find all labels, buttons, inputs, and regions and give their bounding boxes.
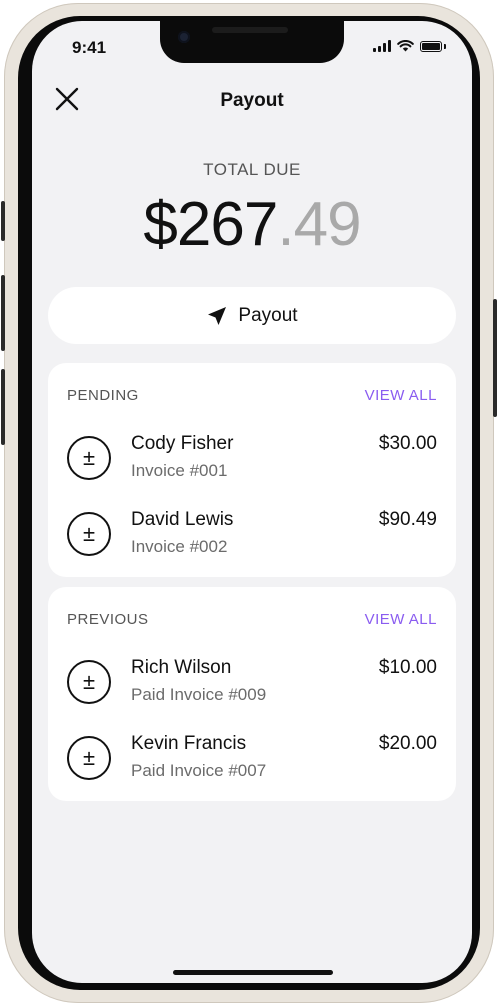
amount-dollars: $267 xyxy=(143,190,278,259)
invoice-amount: $10.00 xyxy=(378,657,437,678)
total-due-amount: $267.49 xyxy=(32,189,472,260)
speaker xyxy=(212,27,288,33)
amount-cents: .49 xyxy=(277,190,361,259)
app-screen: 9:41 Payout TOTAL DUE $267.49 Payout PEN… xyxy=(32,21,472,983)
invoice-label: Paid Invoice #009 xyxy=(131,685,267,704)
camera xyxy=(178,31,190,43)
plus-minus-icon: ± xyxy=(67,660,111,704)
home-indicator[interactable] xyxy=(173,970,333,975)
invoice-label: Invoice #001 xyxy=(131,461,228,480)
previous-label: PREVIOUS xyxy=(67,611,149,628)
total-due-label: TOTAL DUE xyxy=(203,160,301,179)
invoice-label: Invoice #002 xyxy=(131,537,228,556)
pending-view-all-link[interactable]: VIEW ALL xyxy=(365,387,437,404)
list-item[interactable]: ± David Lewis Invoice #002 $90.49 xyxy=(67,509,437,565)
payee-name: Cody Fisher xyxy=(131,433,234,454)
payee-name: David Lewis xyxy=(131,509,234,530)
side-button-power xyxy=(493,299,497,417)
payee-name: Rich Wilson xyxy=(131,657,232,678)
pending-card: PENDING VIEW ALL ± Cody Fisher Invoice #… xyxy=(48,363,456,577)
invoice-amount: $90.49 xyxy=(378,509,437,530)
payout-button[interactable]: Payout xyxy=(48,287,456,344)
invoice-amount: $30.00 xyxy=(378,433,437,454)
plus-minus-icon: ± xyxy=(67,736,111,780)
plus-minus-icon: ± xyxy=(67,436,111,480)
payout-button-label: Payout xyxy=(238,304,298,326)
plus-minus-icon: ± xyxy=(67,512,111,556)
previous-card: PREVIOUS VIEW ALL ± Rich Wilson Paid Inv… xyxy=(48,587,456,801)
page-title: Payout xyxy=(220,90,284,111)
side-button-volume-down xyxy=(1,369,5,445)
wifi-icon xyxy=(397,40,414,52)
side-button-volume-up xyxy=(1,275,5,351)
send-icon xyxy=(208,306,227,325)
battery-tip xyxy=(444,43,446,49)
invoice-label: Paid Invoice #007 xyxy=(131,761,267,780)
battery-icon xyxy=(420,40,442,52)
status-icons xyxy=(373,40,446,52)
previous-view-all-link[interactable]: VIEW ALL xyxy=(365,611,437,628)
list-item[interactable]: ± Cody Fisher Invoice #001 $30.00 xyxy=(67,433,437,489)
status-time: 9:41 xyxy=(72,38,107,57)
pending-label: PENDING xyxy=(67,387,139,404)
cellular-signal-icon xyxy=(373,40,391,52)
list-item[interactable]: ± Rich Wilson Paid Invoice #009 $10.00 xyxy=(67,657,437,713)
payee-name: Kevin Francis xyxy=(131,733,247,754)
side-button-mute xyxy=(1,201,5,241)
invoice-amount: $20.00 xyxy=(378,733,437,754)
list-item[interactable]: ± Kevin Francis Paid Invoice #007 $20.00 xyxy=(67,733,437,789)
